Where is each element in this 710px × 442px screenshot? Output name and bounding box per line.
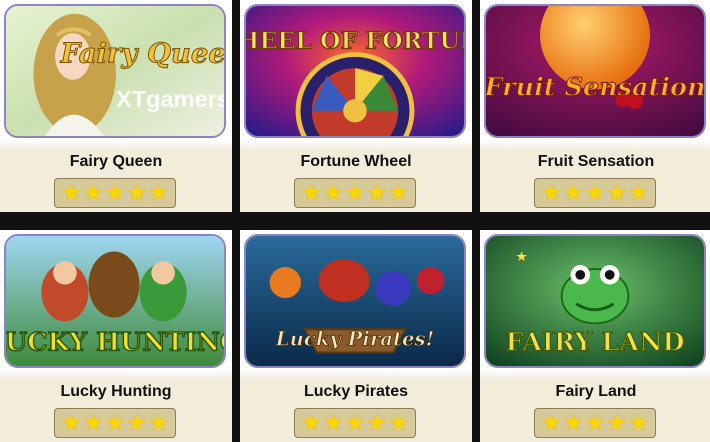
star-icon: ★ bbox=[301, 180, 322, 205]
star-icon: ★ bbox=[388, 180, 409, 205]
game-card-lucky-hunting[interactable]: LUCKY HUNTING Lucky Hunting ★ ★ ★ ★ ★ bbox=[0, 230, 232, 442]
game-title[interactable]: Lucky Pirates bbox=[240, 383, 472, 401]
game-thumbnail[interactable]: Lucky Pirates! bbox=[244, 234, 466, 368]
star-icon: ★ bbox=[366, 410, 387, 435]
star-rating: ★ ★ ★ ★ ★ bbox=[54, 408, 176, 438]
game-thumbnail[interactable]: LUCKY HUNTING bbox=[4, 234, 226, 368]
game-card-fortune-wheel[interactable]: WHEEL OF FORTUNE Fortune Wheel ★ ★ ★ ★ ★ bbox=[240, 0, 472, 212]
star-icon: ★ bbox=[105, 180, 125, 205]
star-rating: ★ ★ ★ ★ ★ bbox=[294, 178, 416, 208]
star-icon: ★ bbox=[83, 410, 104, 435]
game-thumbnail[interactable]: Fruit Sensation bbox=[484, 4, 706, 138]
star-icon: ★ bbox=[301, 410, 322, 435]
star-icon: ★ bbox=[148, 410, 169, 435]
game-grid: Fairy Queen XTgamers Fairy Queen ★ ★ ★ ★… bbox=[0, 0, 710, 442]
game-card-fairy-land[interactable]: ★ FAIRY LAND Fairy Land ★ ★ ★ ★ ★ bbox=[480, 230, 710, 442]
star-icon: ★ bbox=[61, 180, 82, 205]
star-icon: ★ bbox=[585, 410, 605, 435]
star-icon: ★ bbox=[563, 410, 584, 435]
star-icon: ★ bbox=[126, 410, 147, 435]
game-title[interactable]: Fortune Wheel bbox=[240, 153, 472, 171]
game-card-fairy-queen[interactable]: Fairy Queen XTgamers Fairy Queen ★ ★ ★ ★… bbox=[0, 0, 232, 212]
star-icon: ★ bbox=[148, 180, 169, 205]
star-icon: ★ bbox=[323, 180, 344, 205]
game-title[interactable]: Lucky Hunting bbox=[0, 383, 232, 401]
game-title[interactable]: Fruit Sensation bbox=[480, 153, 710, 171]
star-icon: ★ bbox=[345, 410, 365, 435]
star-icon: ★ bbox=[105, 410, 125, 435]
game-logo-text: WHEEL OF FORTUNE bbox=[246, 27, 464, 55]
game-logo-text: LUCKY HUNTING bbox=[6, 327, 224, 357]
game-logo-text: FAIRY LAND bbox=[505, 327, 684, 357]
game-thumbnail[interactable]: Fairy Queen XTgamers bbox=[4, 4, 226, 138]
game-card-lucky-pirates[interactable]: Lucky Pirates! Lucky Pirates ★ ★ ★ ★ ★ bbox=[240, 230, 472, 442]
star-icon: ★ bbox=[563, 180, 584, 205]
watermark-text: XTgamers bbox=[116, 86, 224, 112]
game-thumbnail[interactable]: ★ FAIRY LAND bbox=[484, 234, 706, 368]
star-icon: ★ bbox=[628, 410, 649, 435]
star-rating: ★ ★ ★ ★ ★ bbox=[534, 178, 656, 208]
star-icon: ★ bbox=[606, 410, 627, 435]
game-card-fruit-sensation[interactable]: Fruit Sensation Fruit Sensation ★ ★ ★ ★ … bbox=[480, 0, 710, 212]
star-rating: ★ ★ ★ ★ ★ bbox=[54, 178, 176, 208]
game-logo-text: Fruit Sensation bbox=[486, 71, 704, 101]
star-icon: ★ bbox=[83, 180, 104, 205]
star-icon: ★ bbox=[585, 180, 605, 205]
star-icon: ★ bbox=[541, 410, 562, 435]
game-logo-text: Fairy Queen bbox=[60, 37, 224, 69]
star-icon: ★ bbox=[628, 180, 649, 205]
game-thumbnail[interactable]: WHEEL OF FORTUNE bbox=[244, 4, 466, 138]
star-rating: ★ ★ ★ ★ ★ bbox=[294, 408, 416, 438]
star-icon: ★ bbox=[366, 180, 387, 205]
star-icon: ★ bbox=[323, 410, 344, 435]
star-icon: ★ bbox=[388, 410, 409, 435]
star-icon: ★ bbox=[345, 180, 365, 205]
star-rating: ★ ★ ★ ★ ★ bbox=[534, 408, 656, 438]
star-icon: ★ bbox=[606, 180, 627, 205]
game-title[interactable]: Fairy Queen bbox=[0, 153, 232, 171]
game-title[interactable]: Fairy Land bbox=[480, 383, 710, 401]
game-logo-text: Lucky Pirates! bbox=[275, 328, 434, 351]
svg-text:★: ★ bbox=[515, 249, 527, 264]
star-icon: ★ bbox=[126, 180, 147, 205]
star-icon: ★ bbox=[541, 180, 562, 205]
star-icon: ★ bbox=[61, 410, 82, 435]
